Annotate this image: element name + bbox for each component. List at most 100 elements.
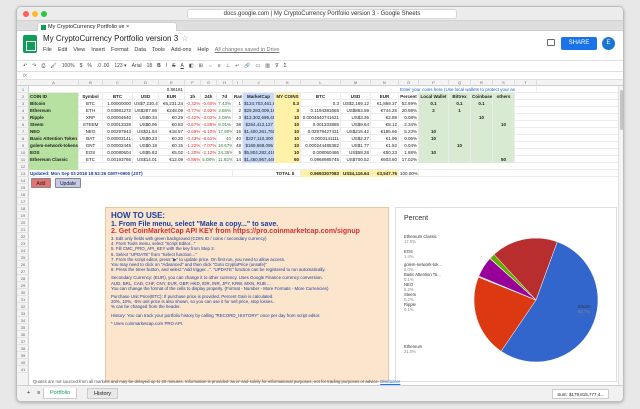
- coin-market-cap[interactable]: $13,302,699,456: [243, 114, 275, 121]
- coin-wallet[interactable]: 10: [419, 149, 449, 156]
- coin-my-coins[interactable]: 50: [275, 156, 301, 163]
- undo-icon[interactable]: ↶: [23, 63, 27, 69]
- coin-h24[interactable]: 5.08%: [201, 156, 217, 163]
- coin-coin-id[interactable]: EOS: [29, 149, 79, 156]
- font-select[interactable]: Arial: [132, 63, 142, 69]
- coin-btc2[interactable]: 0.000244485382: [301, 142, 341, 149]
- coin-others[interactable]: [493, 114, 515, 121]
- row-header[interactable]: 19: [17, 212, 29, 219]
- coin-wallet[interactable]: 10: [419, 128, 449, 135]
- menu-insert[interactable]: Insert: [91, 47, 105, 53]
- coin-usd[interactable]: US$0.34: [133, 114, 159, 121]
- row-header[interactable]: 30: [17, 289, 29, 296]
- total-label[interactable]: TOTAL $: [275, 170, 301, 177]
- coin-coinbase[interactable]: 0.1: [471, 100, 493, 107]
- coin-wallet[interactable]: 2: [419, 107, 449, 114]
- header-eur[interactable]: EUR: [159, 93, 185, 100]
- coin-others[interactable]: 50: [493, 156, 515, 163]
- total-percent[interactable]: 100.00%: [399, 170, 419, 177]
- coin-my-coins[interactable]: 10: [275, 135, 301, 142]
- coin-eur2[interactable]: €1,869.37: [371, 100, 399, 107]
- coin-btc[interactable]: 0.00013339: [103, 121, 133, 128]
- coin-my-coins[interactable]: 3: [275, 107, 301, 114]
- coin-eur[interactable]: €0.15: [159, 142, 185, 149]
- coin-others[interactable]: [493, 149, 515, 156]
- header-coinbase[interactable]: Coinbase: [471, 93, 493, 100]
- header-wallet[interactable]: Local Wallet: [419, 93, 449, 100]
- row-header[interactable]: 35: [17, 324, 29, 331]
- row-header[interactable]: 21: [17, 226, 29, 233]
- row-header[interactable]: 7: [17, 128, 29, 135]
- redo-icon[interactable]: ↷: [32, 63, 36, 69]
- coin-rank[interactable]: 48: [233, 142, 243, 149]
- vertical-scrollbar[interactable]: [618, 86, 623, 385]
- coin-coinbase[interactable]: [471, 156, 493, 163]
- coin-h1[interactable]: -1.20%: [185, 149, 201, 156]
- avatar[interactable]: E: [602, 37, 615, 50]
- coin-usd2[interactable]: US$700.52: [341, 156, 371, 163]
- row-header[interactable]: 17: [17, 198, 29, 205]
- coin-rank[interactable]: 2: [233, 107, 243, 114]
- coin-usd[interactable]: US$287.86: [133, 107, 159, 114]
- coin-usd2[interactable]: US$9.64: [341, 121, 371, 128]
- menu-data[interactable]: Data: [134, 47, 146, 53]
- row-header[interactable]: 4: [17, 107, 29, 114]
- row-header[interactable]: 41: [17, 366, 29, 373]
- row-header[interactable]: 31: [17, 296, 29, 303]
- coin-coinbase[interactable]: [471, 107, 493, 114]
- menu-addons[interactable]: Add-ons: [171, 47, 192, 53]
- coin-eur[interactable]: €6,231.24: [159, 100, 185, 107]
- coin-wallet[interactable]: 0.1: [419, 100, 449, 107]
- total-eur[interactable]: €3,547.76: [371, 170, 399, 177]
- coin-h24[interactable]: -2.92%: [201, 107, 217, 114]
- coin-btc2[interactable]: 0.001333885: [301, 121, 341, 128]
- coin-market-cap[interactable]: $264,412,127: [243, 121, 275, 128]
- coin-percent[interactable]: 20.98%: [399, 107, 419, 114]
- header-h1[interactable]: 1h: [185, 93, 201, 100]
- row-header[interactable]: 37: [17, 338, 29, 345]
- coin-btc[interactable]: 0.00193786: [103, 156, 133, 163]
- row-header[interactable]: 2: [17, 93, 29, 100]
- minimize-window-icon[interactable]: [32, 11, 38, 17]
- coin-wallet[interactable]: 10: [419, 135, 449, 142]
- header-btc2[interactable]: BTC: [301, 93, 341, 100]
- coin-percent[interactable]: 0.08%: [399, 114, 419, 121]
- coin-my-coins[interactable]: 10: [275, 142, 301, 149]
- menu-format[interactable]: Format: [111, 47, 128, 53]
- coin-percent[interactable]: 2.34%: [399, 121, 419, 128]
- coin-usd[interactable]: US$14.01: [133, 156, 159, 163]
- coin-bittrex[interactable]: [449, 121, 471, 128]
- coin-bittrex[interactable]: 0.1: [449, 100, 471, 107]
- font-size-select[interactable]: 18: [147, 63, 153, 69]
- row-header[interactable]: 24: [17, 247, 29, 254]
- coin-coin-id[interactable]: Ethereum Classic: [29, 156, 79, 163]
- coin-h1[interactable]: -0.77%: [185, 107, 201, 114]
- coin-btc[interactable]: 0.00297943: [103, 128, 133, 135]
- header-others[interactable]: others: [493, 93, 515, 100]
- coin-eur[interactable]: €12.09: [159, 156, 185, 163]
- coin-others[interactable]: [493, 107, 515, 114]
- browser-tab[interactable]: My CryptoCurrency Portfolio ve ×: [37, 22, 177, 31]
- coin-coin-id[interactable]: golem-network-tokens: [29, 142, 79, 149]
- coin-btc[interactable]: 0.03981272: [103, 107, 133, 114]
- coin-others[interactable]: [493, 100, 515, 107]
- coin-h1[interactable]: -0.32%: [185, 100, 201, 107]
- coin-d7[interactable]: 16.67%: [217, 142, 233, 149]
- share-button[interactable]: SHARE: [561, 37, 597, 50]
- coin-usd2[interactable]: US$2.27: [341, 135, 371, 142]
- row-header[interactable]: 23: [17, 240, 29, 247]
- coin-usd[interactable]: US$7,230.41: [133, 100, 159, 107]
- coin-coinbase[interactable]: [471, 135, 493, 142]
- coin-usd[interactable]: US$5.83: [133, 149, 159, 156]
- row-header[interactable]: 11: [17, 156, 29, 163]
- coin-coin-id[interactable]: Ethereum: [29, 107, 79, 114]
- row-header[interactable]: 33: [17, 310, 29, 317]
- paint-format-icon[interactable]: 🖌: [50, 63, 56, 69]
- coin-eur[interactable]: €0.29: [159, 114, 185, 121]
- row-header[interactable]: 5: [17, 114, 29, 121]
- row-header[interactable]: 14: [17, 177, 29, 184]
- menu-edit[interactable]: Edit: [58, 47, 67, 53]
- close-window-icon[interactable]: [23, 11, 29, 17]
- coin-my-coins[interactable]: 10: [275, 149, 301, 156]
- coin-usd2[interactable]: US$215.42: [341, 128, 371, 135]
